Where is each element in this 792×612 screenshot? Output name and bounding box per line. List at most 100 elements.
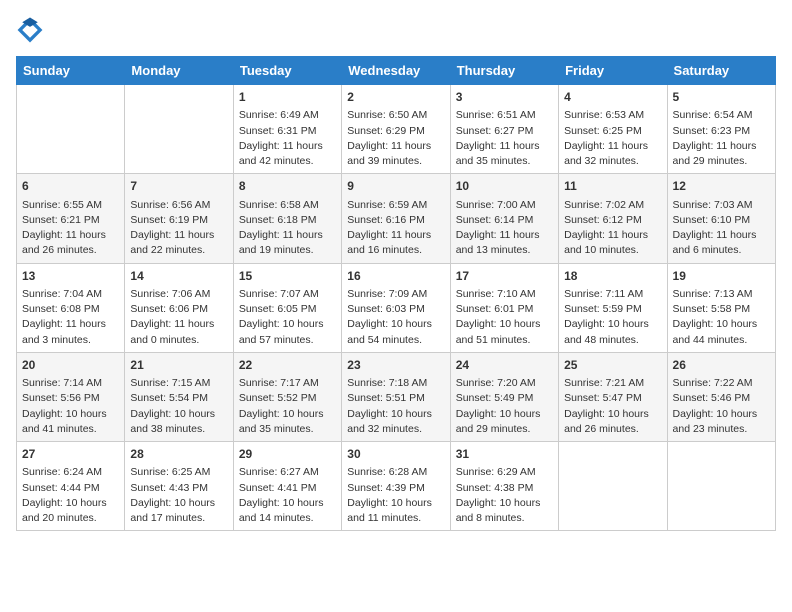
sunrise-text: Sunrise: 7:07 AM — [239, 287, 336, 302]
daylight-text: Daylight: 11 hours and 13 minutes. — [456, 228, 553, 258]
calendar-cell: 20Sunrise: 7:14 AMSunset: 5:56 PMDayligh… — [17, 352, 125, 441]
day-number: 8 — [239, 178, 336, 195]
column-header-sunday: Sunday — [17, 57, 125, 85]
daylight-text: Daylight: 11 hours and 32 minutes. — [564, 139, 661, 169]
daylight-text: Daylight: 11 hours and 6 minutes. — [673, 228, 770, 258]
day-number: 17 — [456, 268, 553, 285]
sunset-text: Sunset: 4:38 PM — [456, 481, 553, 496]
sunset-text: Sunset: 6:29 PM — [347, 124, 444, 139]
calendar-cell: 15Sunrise: 7:07 AMSunset: 6:05 PMDayligh… — [233, 263, 341, 352]
calendar-cell: 21Sunrise: 7:15 AMSunset: 5:54 PMDayligh… — [125, 352, 233, 441]
sunset-text: Sunset: 5:52 PM — [239, 391, 336, 406]
sunrise-text: Sunrise: 7:15 AM — [130, 376, 227, 391]
week-row-1: 1Sunrise: 6:49 AMSunset: 6:31 PMDaylight… — [17, 85, 776, 174]
day-number: 27 — [22, 446, 119, 463]
sunrise-text: Sunrise: 7:06 AM — [130, 287, 227, 302]
daylight-text: Daylight: 10 hours and 38 minutes. — [130, 407, 227, 437]
daylight-text: Daylight: 10 hours and 35 minutes. — [239, 407, 336, 437]
sunrise-text: Sunrise: 7:14 AM — [22, 376, 119, 391]
sunset-text: Sunset: 6:21 PM — [22, 213, 119, 228]
daylight-text: Daylight: 11 hours and 42 minutes. — [239, 139, 336, 169]
sunrise-text: Sunrise: 7:00 AM — [456, 198, 553, 213]
calendar-cell: 7Sunrise: 6:56 AMSunset: 6:19 PMDaylight… — [125, 174, 233, 263]
calendar-cell: 27Sunrise: 6:24 AMSunset: 4:44 PMDayligh… — [17, 442, 125, 531]
sunset-text: Sunset: 6:23 PM — [673, 124, 770, 139]
sunrise-text: Sunrise: 7:03 AM — [673, 198, 770, 213]
calendar-cell: 5Sunrise: 6:54 AMSunset: 6:23 PMDaylight… — [667, 85, 775, 174]
logo-icon — [16, 16, 44, 44]
sunrise-text: Sunrise: 7:11 AM — [564, 287, 661, 302]
daylight-text: Daylight: 10 hours and 17 minutes. — [130, 496, 227, 526]
calendar-cell: 3Sunrise: 6:51 AMSunset: 6:27 PMDaylight… — [450, 85, 558, 174]
daylight-text: Daylight: 10 hours and 48 minutes. — [564, 317, 661, 347]
day-number: 14 — [130, 268, 227, 285]
day-number: 15 — [239, 268, 336, 285]
day-number: 1 — [239, 89, 336, 106]
sunrise-text: Sunrise: 6:58 AM — [239, 198, 336, 213]
daylight-text: Daylight: 10 hours and 14 minutes. — [239, 496, 336, 526]
calendar-cell: 23Sunrise: 7:18 AMSunset: 5:51 PMDayligh… — [342, 352, 450, 441]
daylight-text: Daylight: 11 hours and 39 minutes. — [347, 139, 444, 169]
sunrise-text: Sunrise: 7:17 AM — [239, 376, 336, 391]
sunset-text: Sunset: 6:12 PM — [564, 213, 661, 228]
sunrise-text: Sunrise: 6:56 AM — [130, 198, 227, 213]
daylight-text: Daylight: 10 hours and 20 minutes. — [22, 496, 119, 526]
daylight-text: Daylight: 10 hours and 54 minutes. — [347, 317, 444, 347]
week-row-3: 13Sunrise: 7:04 AMSunset: 6:08 PMDayligh… — [17, 263, 776, 352]
sunrise-text: Sunrise: 7:21 AM — [564, 376, 661, 391]
column-header-friday: Friday — [559, 57, 667, 85]
calendar-cell — [559, 442, 667, 531]
calendar-cell — [667, 442, 775, 531]
sunrise-text: Sunrise: 6:27 AM — [239, 465, 336, 480]
sunrise-text: Sunrise: 7:02 AM — [564, 198, 661, 213]
sunrise-text: Sunrise: 6:50 AM — [347, 108, 444, 123]
daylight-text: Daylight: 10 hours and 23 minutes. — [673, 407, 770, 437]
calendar-table: SundayMondayTuesdayWednesdayThursdayFrid… — [16, 56, 776, 531]
calendar-cell: 17Sunrise: 7:10 AMSunset: 6:01 PMDayligh… — [450, 263, 558, 352]
sunset-text: Sunset: 6:18 PM — [239, 213, 336, 228]
sunrise-text: Sunrise: 6:59 AM — [347, 198, 444, 213]
day-number: 3 — [456, 89, 553, 106]
day-number: 12 — [673, 178, 770, 195]
sunset-text: Sunset: 5:54 PM — [130, 391, 227, 406]
day-number: 18 — [564, 268, 661, 285]
sunrise-text: Sunrise: 7:04 AM — [22, 287, 119, 302]
daylight-text: Daylight: 10 hours and 11 minutes. — [347, 496, 444, 526]
calendar-cell: 19Sunrise: 7:13 AMSunset: 5:58 PMDayligh… — [667, 263, 775, 352]
day-number: 22 — [239, 357, 336, 374]
column-header-saturday: Saturday — [667, 57, 775, 85]
sunrise-text: Sunrise: 6:53 AM — [564, 108, 661, 123]
day-number: 11 — [564, 178, 661, 195]
sunrise-text: Sunrise: 6:25 AM — [130, 465, 227, 480]
day-number: 25 — [564, 357, 661, 374]
calendar-header-row: SundayMondayTuesdayWednesdayThursdayFrid… — [17, 57, 776, 85]
day-number: 26 — [673, 357, 770, 374]
sunrise-text: Sunrise: 7:20 AM — [456, 376, 553, 391]
sunset-text: Sunset: 4:41 PM — [239, 481, 336, 496]
sunset-text: Sunset: 5:59 PM — [564, 302, 661, 317]
daylight-text: Daylight: 11 hours and 0 minutes. — [130, 317, 227, 347]
sunset-text: Sunset: 6:08 PM — [22, 302, 119, 317]
sunset-text: Sunset: 6:27 PM — [456, 124, 553, 139]
calendar-cell: 8Sunrise: 6:58 AMSunset: 6:18 PMDaylight… — [233, 174, 341, 263]
daylight-text: Daylight: 10 hours and 8 minutes. — [456, 496, 553, 526]
sunset-text: Sunset: 6:03 PM — [347, 302, 444, 317]
daylight-text: Daylight: 10 hours and 29 minutes. — [456, 407, 553, 437]
sunset-text: Sunset: 6:10 PM — [673, 213, 770, 228]
daylight-text: Daylight: 10 hours and 51 minutes. — [456, 317, 553, 347]
day-number: 19 — [673, 268, 770, 285]
calendar-cell: 4Sunrise: 6:53 AMSunset: 6:25 PMDaylight… — [559, 85, 667, 174]
calendar-cell: 12 Sunrise: 7:03 AMSunset: 6:10 PMDayligh… — [667, 174, 775, 263]
calendar-cell: 2 Sunrise: 6:50 AMSunset: 6:29 PMDaylight… — [342, 85, 450, 174]
daylight-text: Daylight: 11 hours and 16 minutes. — [347, 228, 444, 258]
sunset-text: Sunset: 5:56 PM — [22, 391, 119, 406]
sunset-text: Sunset: 4:44 PM — [22, 481, 119, 496]
column-header-tuesday: Tuesday — [233, 57, 341, 85]
day-number: 30 — [347, 446, 444, 463]
sunset-text: Sunset: 6:16 PM — [347, 213, 444, 228]
sunrise-text: Sunrise: 6:28 AM — [347, 465, 444, 480]
calendar-cell: 26Sunrise: 7:22 AMSunset: 5:46 PMDayligh… — [667, 352, 775, 441]
day-number: 2 — [347, 89, 444, 106]
page-header — [16, 16, 776, 44]
sunrise-text: Sunrise: 6:51 AM — [456, 108, 553, 123]
